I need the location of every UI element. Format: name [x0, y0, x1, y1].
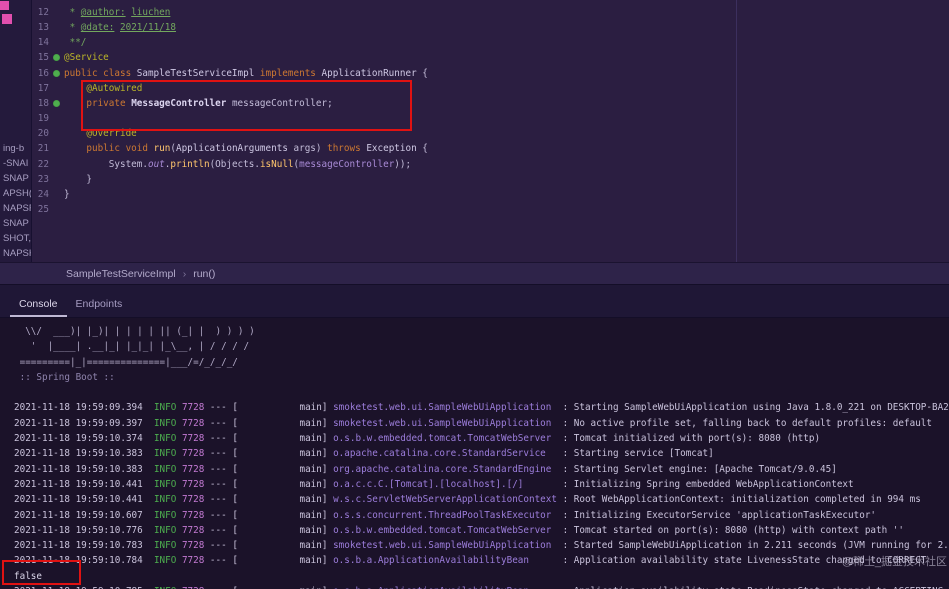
- log-line: 2021-11-18 19:59:10.785 INFO 7728 --- [ …: [14, 584, 949, 589]
- project-tree-item[interactable]: SNAP: [3, 173, 29, 184]
- gutter-icon-slot: [49, 111, 64, 126]
- spring-banner-line: \\/ ___)| |_)| | | | | || (_| | ) ) ) ): [14, 326, 255, 337]
- line-number[interactable]: 13: [32, 20, 49, 35]
- run-toolwindow-tabs: Console Endpoints: [0, 284, 949, 318]
- code-line: 16 public class SampleTestServiceImpl imp…: [32, 66, 949, 81]
- line-number[interactable]: 21: [32, 141, 49, 156]
- code-text: System.out.println(Objects.isNull(messag…: [64, 158, 412, 170]
- code-area[interactable]: 12 * @author: liuchen 13 * @date: 2021/11…: [32, 0, 949, 217]
- breadcrumb-separator-icon: ›: [182, 267, 187, 280]
- gutter-icon-slot: [49, 35, 64, 50]
- line-number[interactable]: 23: [32, 172, 49, 187]
- project-tree-item[interactable]: SNAP: [3, 218, 29, 229]
- line-number[interactable]: 20: [32, 126, 49, 141]
- code-line: 17 @Autowired: [32, 81, 949, 96]
- stdout-line: false: [14, 570, 42, 582]
- breadcrumb-method[interactable]: run(): [193, 268, 215, 280]
- code-text: public class SampleTestServiceImpl imple…: [64, 67, 428, 79]
- code-line: 14 **/: [32, 35, 949, 50]
- log-line: 2021-11-18 19:59:10.383 INFO 7728 --- [ …: [14, 463, 837, 475]
- code-line: 13 * @date: 2021/11/18: [32, 20, 949, 35]
- project-tree-item[interactable]: NAPSH: [3, 248, 31, 259]
- autowired-icon[interactable]: [53, 99, 60, 107]
- project-tree-item[interactable]: SHOT,: [3, 233, 31, 244]
- line-number[interactable]: 17: [32, 81, 49, 96]
- code-text: private MessageController messageControl…: [86, 97, 333, 109]
- gutter-icon-slot: [49, 66, 64, 81]
- gutter-icon-slot: [49, 5, 64, 20]
- gutter-icon-slot: [49, 157, 64, 172]
- gutter-icon-slot: [49, 50, 64, 65]
- log-line: 2021-11-18 19:59:10.383 INFO 7728 --- [ …: [14, 448, 714, 460]
- line-number[interactable]: 25: [32, 202, 49, 217]
- gutter-icon-slot: [49, 202, 64, 217]
- code-line: 18 private MessageController messageCont…: [32, 96, 949, 111]
- gutter-icon-slot: [49, 20, 64, 35]
- project-tree-item[interactable]: ing-b: [3, 143, 24, 154]
- gutter-icon-slot: [49, 172, 64, 187]
- log-line: 2021-11-18 19:59:09.397 INFO 7728 --- [ …: [14, 417, 932, 429]
- code-text: @Service: [64, 52, 109, 64]
- gutter-icon-slot: [49, 81, 64, 96]
- code-line: 24}: [32, 187, 949, 202]
- pink-square-icon: [0, 1, 9, 10]
- log-line: 2021-11-18 19:59:10.783 INFO 7728 --- [ …: [14, 540, 949, 552]
- spring-bean-icon[interactable]: [53, 69, 60, 77]
- ide-window: ing-b -SNAI SNAP APSH( NAPSF SNAP SHOT, NAPSH 1…: [0, 0, 949, 589]
- gutter-icon-slot: [49, 96, 64, 111]
- code-text: }: [64, 188, 70, 200]
- line-number[interactable]: 15: [32, 50, 49, 65]
- console-lines: \\/ ___)| |_)| | | | | || (_| | ) ) ) ) …: [14, 324, 949, 589]
- editor-region: ing-b -SNAI SNAP APSH( NAPSF SNAP SHOT, NAPSH 1…: [0, 0, 949, 262]
- watermark: @稀土_掘金技术社区: [841, 556, 947, 568]
- log-line: 2021-11-18 19:59:10.776 INFO 7728 --- [ …: [14, 524, 905, 536]
- tab-console[interactable]: Console: [10, 294, 67, 317]
- spring-boot-label: :: Spring Boot ::: [14, 371, 115, 383]
- gutter-icon-slot: [49, 126, 64, 141]
- editor-pane[interactable]: 12 * @author: liuchen 13 * @date: 2021/11…: [32, 0, 949, 262]
- log-line: 2021-11-18 19:59:10.374 INFO 7728 --- [ …: [14, 433, 821, 445]
- log-line: 2021-11-18 19:59:10.607 INFO 7728 --- [ …: [14, 509, 877, 521]
- gutter-icon-slot: [49, 187, 64, 202]
- code-text: * @date: 2021/11/18: [64, 22, 176, 34]
- project-tree-item[interactable]: NAPSF: [3, 203, 31, 214]
- project-tree-item[interactable]: APSH(: [3, 188, 31, 199]
- line-number[interactable]: 12: [32, 5, 49, 20]
- spring-banner-line: ' |____| .__|_| |_|_| |_\__, | / / / /: [14, 341, 250, 353]
- console-output[interactable]: \\/ ___)| |_)| | | | | || (_| | ) ) ) ) …: [0, 318, 949, 589]
- pink-square-icon: [2, 14, 12, 24]
- code-line: 19: [32, 111, 949, 126]
- code-line: 21 public void run(ApplicationArguments …: [32, 141, 949, 156]
- log-line: 2021-11-18 19:59:10.441 INFO 7728 --- [ …: [14, 478, 854, 490]
- project-panel[interactable]: ing-b -SNAI SNAP APSH( NAPSF SNAP SHOT, NAPSH: [0, 0, 32, 262]
- breadcrumb: SampleTestServiceImpl › run(): [0, 262, 949, 284]
- spring-bean-icon[interactable]: [53, 54, 60, 62]
- line-number[interactable]: 22: [32, 157, 49, 172]
- line-number[interactable]: 18: [32, 96, 49, 111]
- code-text: @Override: [86, 128, 137, 140]
- gutter-icon-slot: [49, 141, 64, 156]
- code-line: 23 }: [32, 172, 949, 187]
- code-line: 25: [32, 202, 949, 217]
- log-line: 2021-11-18 19:59:09.394 INFO 7728 --- [ …: [14, 402, 949, 414]
- code-line: 20 @Override: [32, 126, 949, 141]
- log-line: 2021-11-18 19:59:10.441 INFO 7728 --- [ …: [14, 494, 921, 506]
- code-line: 12 * @author: liuchen: [32, 5, 949, 20]
- log-line: 2021-11-18 19:59:10.784 INFO 7728 --- [ …: [14, 555, 927, 567]
- code-text: **/: [64, 37, 87, 49]
- line-number[interactable]: 24: [32, 187, 49, 202]
- code-text: @Autowired: [86, 82, 143, 94]
- line-number[interactable]: 16: [32, 66, 49, 81]
- code-line: 22 System.out.println(Objects.isNull(mes…: [32, 157, 949, 172]
- tab-endpoints[interactable]: Endpoints: [67, 294, 132, 317]
- line-number[interactable]: 19: [32, 111, 49, 126]
- code-line: 15 @Service: [32, 50, 949, 65]
- code-text: public void run(ApplicationArguments arg…: [86, 143, 428, 155]
- line-number[interactable]: 14: [32, 35, 49, 50]
- project-tree-item[interactable]: -SNAI: [3, 158, 28, 169]
- code-text: }: [64, 173, 92, 185]
- breadcrumb-class[interactable]: SampleTestServiceImpl: [66, 268, 176, 280]
- code-text: * @author: liuchen: [64, 7, 171, 18]
- spring-banner-line: =========|_|==============|___/=/_/_/_/: [14, 356, 238, 368]
